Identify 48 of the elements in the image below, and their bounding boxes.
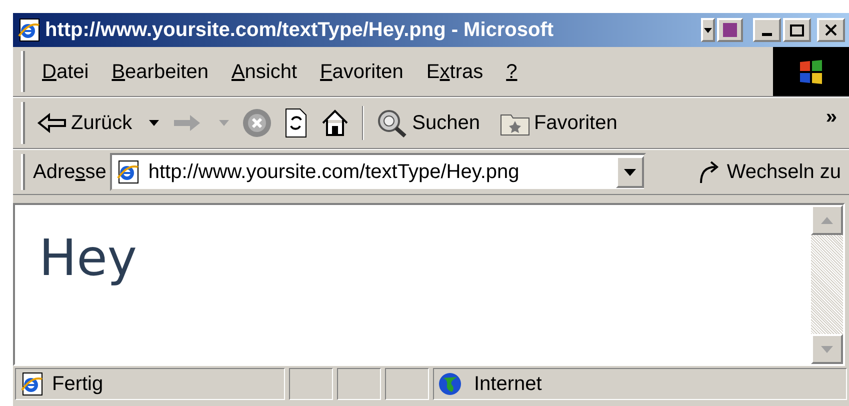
- status-text: Fertig: [52, 372, 104, 397]
- address-label: Adresse: [33, 160, 106, 185]
- search-button[interactable]: Suchen: [372, 108, 484, 138]
- minimize-icon: [762, 33, 772, 36]
- scroll-down-button[interactable]: [811, 334, 843, 364]
- minimize-button[interactable]: [753, 18, 781, 42]
- menu-item[interactable]: Datei: [33, 56, 98, 86]
- up-arrow-icon: [821, 216, 833, 224]
- close-button[interactable]: [817, 18, 845, 42]
- close-icon: [825, 24, 837, 36]
- status-panel: [289, 368, 333, 400]
- page-icon: [20, 372, 44, 396]
- dropdown-arrow-icon[interactable]: [148, 119, 160, 127]
- caret-icon: [624, 168, 636, 176]
- page-icon: [116, 160, 140, 184]
- browser-icon: [17, 18, 41, 42]
- back-button[interactable]: Zurück: [33, 108, 136, 138]
- windows-logo-icon: [797, 58, 825, 86]
- refresh-icon[interactable]: [284, 108, 308, 138]
- address-field[interactable]: http://www.yoursite.com/textType/Hey.png: [110, 153, 646, 191]
- scroll-up-button[interactable]: [811, 205, 843, 235]
- caret-icon: [704, 28, 712, 32]
- window-title: http://www.yoursite.com/textType/Hey.png - Microsoft: [45, 18, 554, 43]
- menu-button[interactable]: [701, 18, 715, 42]
- menu-item[interactable]: Bearbeiten: [102, 56, 218, 86]
- scrollbar[interactable]: [811, 205, 843, 364]
- globe-icon: [438, 372, 462, 396]
- left-arrow-icon: [37, 113, 67, 133]
- menu-item[interactable]: Ansicht: [222, 56, 306, 86]
- zone-text: Internet: [474, 372, 542, 397]
- right-arrow-icon: [172, 113, 202, 133]
- home-icon[interactable]: [320, 108, 350, 138]
- status-panel: [385, 368, 429, 400]
- menu-item[interactable]: ?: [497, 56, 526, 86]
- page-text: Hey: [39, 229, 137, 287]
- menu-item[interactable]: Favoriten: [311, 56, 412, 86]
- stop-icon[interactable]: [242, 108, 272, 138]
- menu-item[interactable]: Extras: [417, 56, 492, 86]
- dropdown-button[interactable]: [616, 156, 644, 188]
- status-panel: [337, 368, 381, 400]
- search-icon: [376, 108, 408, 138]
- maximize-icon: [790, 24, 804, 36]
- maximize-button[interactable]: [783, 18, 811, 42]
- more-button[interactable]: »: [826, 102, 837, 132]
- down-arrow-icon: [821, 346, 833, 352]
- favorites-button[interactable]: Favoriten: [496, 108, 622, 138]
- go-button[interactable]: Wechseln zu: [696, 157, 841, 187]
- square-icon: [723, 23, 737, 37]
